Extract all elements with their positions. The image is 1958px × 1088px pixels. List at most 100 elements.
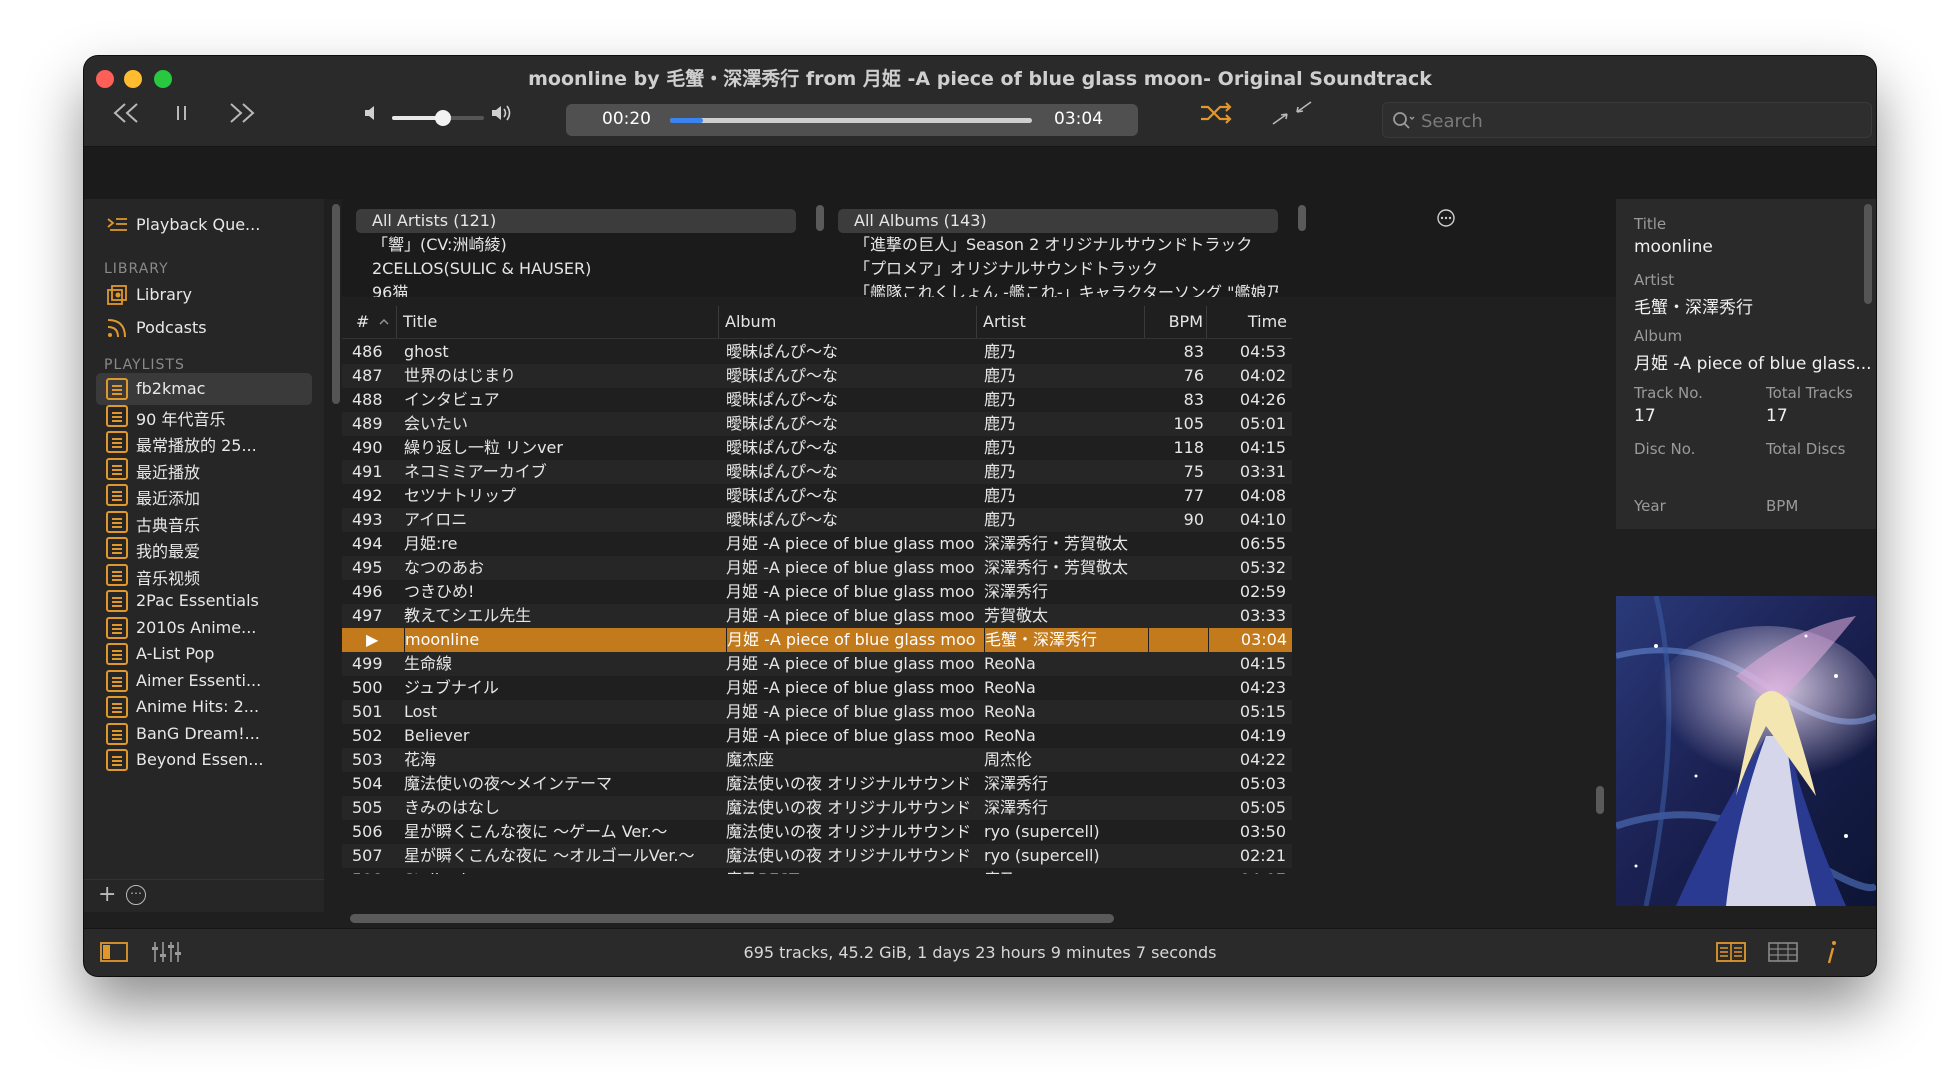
track-time-cell: 03:50 [1239,822,1286,841]
volume-mute-button[interactable] [360,98,384,132]
sidebar-scrollbar[interactable] [332,204,340,404]
table-row[interactable]: 501 Lost 月姫 -A piece of blue glass moon- T… [342,700,1292,724]
playlist-icon [106,510,128,533]
album-list-item[interactable]: 「進撃の巨人」Season 2 オリジナルサウンドトラック [838,233,1278,257]
table-row[interactable]: 493 アイロニ 曖昧ぱんぴ～な 鹿乃 90 04:10 [342,508,1292,532]
album-list-item[interactable]: 「艦隊これくしょん -艦これ-」キャラクターソング "艦娘乃歌" Vol.1 [838,281,1278,297]
column-header-artist[interactable]: Artist [976,306,1145,338]
track-artist-cell: ReoNa [984,702,1036,721]
table-row[interactable]: 505 きみのはなし 魔法使いの夜 オリジナルサウンドトラ... 深澤秀行 05:05 [342,796,1292,820]
info-icon[interactable] [1824,939,1840,965]
info-panel-scrollbar[interactable] [1864,204,1872,304]
next-button[interactable] [222,98,262,132]
add-playlist-button[interactable]: + [98,882,116,907]
sidebar-item-label: Library [136,285,192,304]
volume-max-button[interactable] [488,98,516,132]
track-time-cell: 04:22 [1239,750,1286,769]
column-header-title[interactable]: Title [396,306,719,338]
column-header-album[interactable]: Album [718,306,977,338]
mini-player-button[interactable] [1268,98,1316,132]
table-row[interactable]: 506 星が瞬くこんな夜に ～ゲーム Ver.～ 魔法使いの夜 オリジナルサウンドト… [342,820,1292,844]
track-number-cell: 506 [352,822,383,841]
track-bpm-cell [1148,532,1204,556]
collapse-arrows-icon [1272,101,1312,125]
artist-list-item[interactable]: 96猫 [356,281,796,297]
table-row[interactable]: 497 教えてシエル先生 月姫 -A piece of blue glass moo… [342,604,1292,628]
track-title-cell: Lost [404,702,438,721]
pause-button[interactable] [162,98,202,132]
info-more-options-icon[interactable] [1436,208,1456,228]
table-vertical-scrollbar[interactable] [1596,786,1604,814]
table-row[interactable]: 499 生命線 月姫 -A piece of blue glass moon- TH… [342,652,1292,676]
table-row-now-playing[interactable]: ▶ moonline 月姫 -A piece of blue glass moon-… [342,628,1292,652]
track-time-cell: 02:59 [1239,582,1286,601]
track-time-cell: 03:33 [1239,606,1286,625]
track-bpm-cell: 83 [1183,342,1204,361]
table-row[interactable]: 508 Stella-rium 鹿乃BEST 鹿乃 04:07 [342,868,1292,874]
track-title-cell: セツナトリップ [404,486,517,505]
shuffle-button[interactable] [1196,98,1236,132]
sidebar-item-playback-queue[interactable]: Playback Que... [96,209,312,241]
track-bpm-cell [1148,604,1204,628]
column-header-time[interactable]: Time [1206,306,1287,338]
table-row[interactable]: 495 なつのあお 月姫 -A piece of blue glass moon- … [342,556,1292,580]
track-number-cell: 489 [352,414,383,433]
artists-pane-scrollbar[interactable] [816,205,824,231]
search-input[interactable] [1419,103,1863,139]
track-bpm-cell [1148,844,1204,868]
table-row[interactable]: 487 世界のはじまり 曖昧ぱんぴ～な 鹿乃 76 04:02 [342,364,1292,388]
track-bpm-cell [1148,772,1204,796]
sidebar-item-podcasts[interactable]: Podcasts [96,312,312,344]
track-album-cell: 月姫 -A piece of blue glass moon- Ori... [726,628,977,652]
track-title-cell: ghost [404,342,449,361]
albums-pane-scrollbar[interactable] [1298,205,1306,231]
artist-list-item[interactable]: All Artists (121) [356,209,796,233]
sidebar-item-playlist[interactable]: Beyond Essen... [96,744,312,776]
artists-pane[interactable]: All Artists (121) 「響」(CV:洲崎綾) 2CELLOS(SULI… [356,209,796,297]
info-album-value: 月姫 -A piece of blue glass... [1634,354,1872,374]
sidebar-more-button[interactable]: ⋯ [126,885,146,905]
table-row[interactable]: 494 月姫:re 月姫 -A piece of blue glass moon- … [342,532,1292,556]
table-row[interactable]: 488 インタビュア 曖昧ぱんぴ～な 鹿乃 83 04:26 [342,388,1292,412]
sidebar-item-library[interactable]: Library [96,279,312,311]
grid-view-icon[interactable] [1768,941,1798,963]
library-browser: All Artists (121) 「響」(CV:洲崎綾) 2CELLOS(SULI… [342,199,1618,297]
shuffle-icon [1201,102,1232,124]
seek-track[interactable] [670,118,1032,123]
sidebar-item-label: 2Pac Essentials [136,591,259,610]
track-album-cell: 曖昧ぱんぴ～な [726,366,839,385]
sidebar-item-label: Beyond Essen... [136,750,264,769]
table-row[interactable]: 490 繰り返し一粒 リンver 曖昧ぱんぴ～な 鹿乃 118 04:15 [342,436,1292,460]
track-time-cell: 05:15 [1239,702,1286,721]
search-box[interactable] [1382,102,1872,139]
track-bpm-cell: 76 [1183,366,1204,385]
albums-pane[interactable]: All Albums (143) 「進撃の巨人」Season 2 オリジナルサウン… [838,209,1278,297]
table-row[interactable]: 503 花海 魔杰座 周杰伦 04:22 [342,748,1292,772]
table-row[interactable]: 502 Believer 月姫 -A piece of blue glass moo… [342,724,1292,748]
album-list-item[interactable]: 「プロメア」オリジナルサウンドトラック [838,257,1278,281]
table-row[interactable]: 507 星が瞬くこんな夜に ～オルゴールVer.～ 魔法使いの夜 オリジナルサウンド… [342,844,1292,868]
table-row[interactable]: 500 ジュブナイル 月姫 -A piece of blue glass moon-… [342,676,1292,700]
track-album-cell: 月姫 -A piece of blue glass moon- TH... [726,702,976,721]
volume-slider[interactable] [392,110,484,126]
artist-list-item[interactable]: 「響」(CV:洲崎綾) [356,233,796,257]
table-row[interactable]: 489 会いたい 曖昧ぱんぴ～な 鹿乃 105 05:01 [342,412,1292,436]
table-row[interactable]: 486 ghost 曖昧ぱんぴ～な 鹿乃 83 04:53 [342,340,1292,364]
track-title-cell: Stella-rium [404,868,716,874]
column-header-bpm[interactable]: BPM [1144,306,1205,338]
playlist-icon [106,669,128,692]
artist-list-item[interactable]: 2CELLOS(SULIC & HAUSER) [356,257,796,281]
previous-button[interactable] [106,98,146,132]
sidebar-item-label: Anime Hits: 2... [136,697,260,716]
volume-slider-knob[interactable] [434,110,451,126]
seek-bar[interactable]: 00:20 03:04 [566,104,1138,136]
table-row[interactable]: 491 ネコミミアーカイブ 曖昧ぱんぴ～な 鹿乃 75 03:31 [342,460,1292,484]
table-horizontal-scrollbar[interactable] [350,914,1114,923]
table-row[interactable]: 504 魔法使いの夜～メインテーマ 魔法使いの夜 オリジナルサウンドトラ... 深澤秀… [342,772,1292,796]
search-icon [1393,112,1415,129]
playlist-icon [106,563,128,586]
column-browser-view-icon[interactable] [1716,941,1746,963]
table-row[interactable]: 492 セツナトリップ 曖昧ぱんぴ～な 鹿乃 77 04:08 [342,484,1292,508]
table-row[interactable]: 496 つきひめ! 月姫 -A piece of blue glass moon- … [342,580,1292,604]
album-list-item[interactable]: All Albums (143) [838,209,1278,233]
